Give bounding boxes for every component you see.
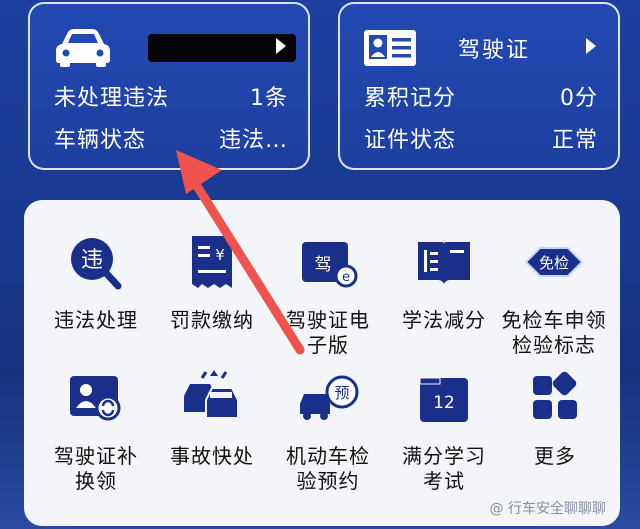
- e-license-icon: 驾 e: [296, 234, 360, 290]
- service-inspection-exempt[interactable]: 免检 免检车申领 检验标志: [490, 234, 618, 358]
- service-violation-handling[interactable]: 违 违法处理: [37, 234, 155, 333]
- unprocessed-violations-count: 1条: [250, 86, 288, 111]
- service-label: 更多: [534, 444, 576, 468]
- service-label: 免检车申领 检验标志: [501, 308, 607, 357]
- chevron-right-icon: [276, 38, 286, 54]
- accumulated-points-label: 累积记分: [364, 86, 457, 111]
- license-status-label: 证件状态: [364, 128, 457, 153]
- more-icon: [523, 370, 587, 426]
- service-inspection-booking[interactable]: 预 机动车检 验预约: [269, 370, 387, 494]
- service-label: 违法处理: [54, 308, 138, 332]
- full-score-exam-icon: 12: [412, 370, 476, 426]
- unprocessed-violations-row[interactable]: 未处理违法 1条: [54, 84, 288, 114]
- svg-text:预: 预: [334, 384, 349, 402]
- service-full-score-study[interactable]: 12 满分学习 考试: [385, 370, 503, 494]
- license-card-title: 驾驶证: [458, 38, 531, 63]
- service-more[interactable]: 更多: [496, 370, 614, 469]
- service-label: 罚款缴纳: [170, 308, 254, 332]
- car-icon: [56, 29, 110, 67]
- svg-text:驾: 驾: [315, 255, 332, 275]
- violation-icon: 违: [64, 234, 128, 290]
- vehicle-card-header: [52, 28, 296, 68]
- vehicle-status-row[interactable]: 车辆状态 违法…: [54, 126, 288, 156]
- service-label: 驾驶证补 换领: [54, 444, 138, 493]
- service-label: 满分学习 考试: [402, 444, 486, 493]
- license-status-row[interactable]: 证件状态 正常: [364, 126, 598, 156]
- accident-icon: [180, 370, 244, 426]
- license-replace-icon: [64, 370, 128, 426]
- id-card-icon: [364, 30, 416, 66]
- inspection-booking-icon: 预: [296, 370, 360, 426]
- service-license-replacement[interactable]: 驾驶证补 换领: [37, 370, 155, 494]
- plate-number-redacted: [148, 34, 296, 62]
- chevron-right-icon: [586, 38, 596, 54]
- study-book-icon: [412, 234, 476, 290]
- vehicle-status-label: 车辆状态: [54, 128, 147, 153]
- svg-text:¥: ¥: [215, 246, 225, 264]
- vehicle-status-value: 违法…: [218, 128, 288, 153]
- services-panel: 违 违法处理 ¥ 罚款缴纳 驾 e 驾驶证电 子版 学法减分 免检 免检车申领 …: [24, 200, 620, 526]
- service-fine-payment[interactable]: ¥ 罚款缴纳: [153, 234, 271, 333]
- license-card[interactable]: 驾驶证 累积记分 0分 证件状态 正常: [338, 2, 620, 170]
- svg-text:e: e: [342, 270, 350, 285]
- accumulated-points-row[interactable]: 累积记分 0分: [364, 84, 598, 114]
- accumulated-points-value: 0分: [560, 86, 598, 111]
- service-label: 机动车检 验预约: [286, 444, 370, 493]
- inspection-exempt-icon: 免检: [522, 234, 586, 290]
- svg-text:免检: 免检: [539, 254, 569, 272]
- unprocessed-violations-label: 未处理违法: [54, 86, 170, 111]
- service-label: 驾驶证电 子版: [286, 308, 370, 357]
- service-e-license[interactable]: 驾 e 驾驶证电 子版: [269, 234, 387, 358]
- service-label: 事故快处: [170, 444, 254, 468]
- service-label: 学法减分: [402, 308, 486, 332]
- license-status-value: 正常: [551, 128, 598, 153]
- svg-text:12: 12: [433, 393, 455, 413]
- license-card-header: 驾驶证: [362, 28, 600, 68]
- vehicle-card[interactable]: 未处理违法 1条 车辆状态 违法…: [28, 2, 310, 170]
- svg-text:违: 违: [81, 248, 103, 273]
- fine-receipt-icon: ¥: [180, 234, 244, 290]
- service-study-reduce-points[interactable]: 学法减分: [385, 234, 503, 333]
- watermark: @ 行车安全聊聊聊: [489, 501, 606, 517]
- service-accident-quick[interactable]: 事故快处: [153, 370, 271, 469]
